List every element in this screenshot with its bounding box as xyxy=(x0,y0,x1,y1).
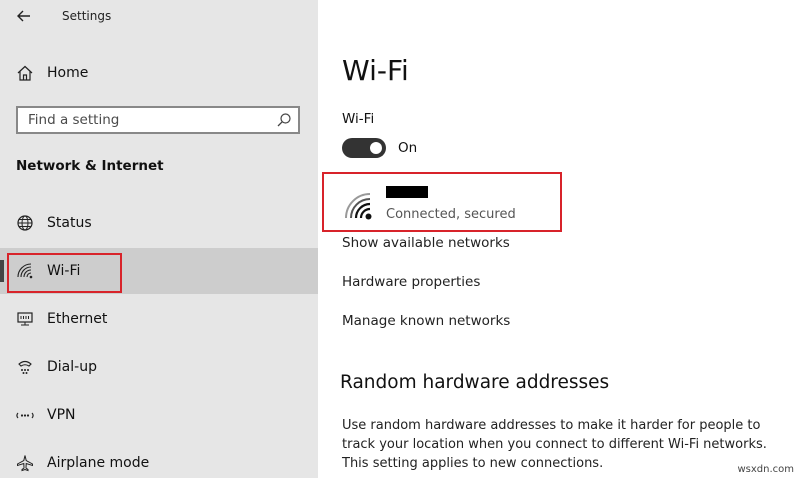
vpn-icon xyxy=(16,406,34,424)
sidebar-item-label: Status xyxy=(47,215,92,231)
sidebar-item-dialup[interactable]: Dial-up xyxy=(0,344,318,390)
wifi-signal-icon xyxy=(344,192,374,220)
search-box[interactable] xyxy=(16,106,300,134)
search-icon[interactable] xyxy=(276,112,292,128)
sidebar-item-label: VPN xyxy=(47,407,76,423)
sidebar: Settings Home Network & Internet Status … xyxy=(0,0,318,478)
show-available-networks-link[interactable]: Show available networks xyxy=(342,235,510,251)
sidebar-item-label: Dial-up xyxy=(47,359,97,375)
sidebar-item-vpn[interactable]: VPN xyxy=(0,392,318,438)
sidebar-item-label: Airplane mode xyxy=(47,455,150,471)
globe-icon xyxy=(16,214,34,232)
ethernet-icon xyxy=(16,310,34,328)
hardware-properties-link[interactable]: Hardware properties xyxy=(342,274,480,290)
watermark: wsxdn.com xyxy=(737,464,794,475)
selection-indicator xyxy=(0,260,4,282)
sidebar-item-home[interactable]: Home xyxy=(0,58,318,88)
wifi-toggle-state: On xyxy=(398,140,418,156)
random-hw-description: Use random hardware addresses to make it… xyxy=(342,418,767,471)
search-input[interactable] xyxy=(28,110,268,130)
sidebar-item-airplane-mode[interactable]: Airplane mode xyxy=(0,440,318,478)
sidebar-item-label: Ethernet xyxy=(47,311,108,327)
sidebar-item-ethernet[interactable]: Ethernet xyxy=(0,296,318,342)
wifi-toggle[interactable] xyxy=(342,138,386,158)
manage-known-networks-link[interactable]: Manage known networks xyxy=(342,313,510,329)
section-title: Network & Internet xyxy=(16,158,164,174)
random-hw-title: Random hardware addresses xyxy=(340,372,610,393)
back-arrow-icon[interactable] xyxy=(12,6,36,26)
home-icon xyxy=(16,64,34,82)
home-label: Home xyxy=(47,65,89,81)
main-content: Wi-Fi Wi-Fi On Connected, secured Show a… xyxy=(318,0,800,478)
sidebar-item-status[interactable]: Status xyxy=(0,200,318,246)
wifi-toggle-label: Wi-Fi xyxy=(342,111,375,127)
connected-network[interactable]: Connected, secured xyxy=(322,172,562,232)
network-name-redacted xyxy=(386,186,428,198)
page-title: Wi-Fi xyxy=(342,54,409,87)
toggle-knob xyxy=(370,142,382,154)
airplane-icon xyxy=(16,454,34,472)
app-title: Settings xyxy=(62,9,112,23)
dialup-icon xyxy=(16,358,34,376)
network-status: Connected, secured xyxy=(386,207,516,222)
highlight-box-wifi xyxy=(7,253,122,293)
